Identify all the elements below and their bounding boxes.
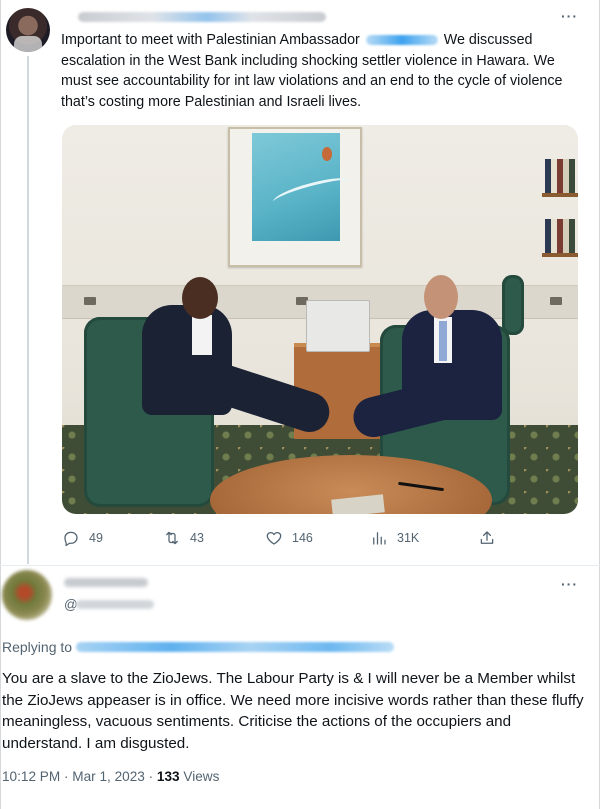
photo-person-left-shirt [192, 315, 212, 355]
reply-meta: 10:12 PM · Mar 1, 2023 · 133 Views [2, 769, 219, 784]
photo-printer [306, 300, 370, 352]
replying-to-handles-redacted[interactable] [76, 642, 395, 652]
reply-text: You are a slave to the ZioJews. The Labo… [2, 670, 584, 752]
views-action[interactable]: 31K [370, 528, 419, 548]
retweet-count: 43 [190, 531, 204, 545]
heart-icon [266, 531, 282, 545]
photo-books [545, 219, 575, 253]
painting-canvas [252, 133, 353, 241]
thread-connector-line [27, 56, 29, 564]
author-name-redacted [78, 12, 326, 22]
photo-socket [84, 297, 96, 305]
views-bar-chart-icon [373, 532, 386, 545]
reply-author-name-redacted [64, 578, 148, 587]
retweet-action[interactable]: 43 [163, 528, 204, 548]
photo-books [545, 159, 575, 193]
tweet-text-part-1: Important to meet with Palestinian Ambas… [61, 32, 364, 48]
more-options-icon[interactable]: ··· [561, 8, 578, 24]
share-action[interactable] [478, 528, 496, 548]
reply-time[interactable]: 10:12 PM [2, 769, 60, 784]
replying-to-label: Replying to [2, 639, 73, 655]
like-count: 146 [292, 531, 313, 545]
tweet-photo[interactable] [62, 125, 578, 514]
reply-views-count: 133 [156, 769, 180, 784]
photo-person-left [142, 305, 232, 415]
reply-action[interactable]: 49 [62, 528, 103, 548]
photo-shelf [542, 253, 578, 257]
meta-separator: · [144, 769, 157, 784]
mention-redacted[interactable] [365, 35, 438, 46]
painting-dot [322, 147, 332, 161]
photo-painting [228, 127, 362, 267]
photo-socket [550, 297, 562, 305]
replying-to-line: Replying to [2, 639, 395, 655]
photo-shelf [542, 193, 578, 197]
reply-handle-redacted [76, 600, 154, 609]
reply-more-options-icon[interactable]: ··· [561, 576, 578, 592]
reply-author-avatar[interactable] [2, 570, 52, 620]
reply-count: 49 [89, 531, 103, 545]
photo-person-right [402, 310, 502, 420]
retweet-icon [166, 531, 178, 545]
photo-person-right-head [424, 275, 458, 319]
frame-border-left [0, 0, 1, 809]
meta-separator: · [60, 769, 73, 784]
reply-date[interactable]: Mar 1, 2023 [72, 769, 145, 784]
share-icon [480, 531, 494, 544]
author-avatar[interactable] [6, 8, 50, 52]
tweet-divider [0, 565, 600, 566]
reply-icon [64, 531, 78, 547]
like-action[interactable]: 146 [265, 528, 313, 548]
photo-person-right-tie [439, 321, 447, 361]
painting-swoop [271, 172, 353, 211]
photo-person-left-head [182, 277, 218, 319]
views-count: 31K [397, 531, 420, 545]
reply-views-label: Views [179, 769, 220, 784]
photo-chair-back [502, 275, 524, 335]
tweet-text: Important to meet with Palestinian Ambas… [61, 30, 586, 112]
